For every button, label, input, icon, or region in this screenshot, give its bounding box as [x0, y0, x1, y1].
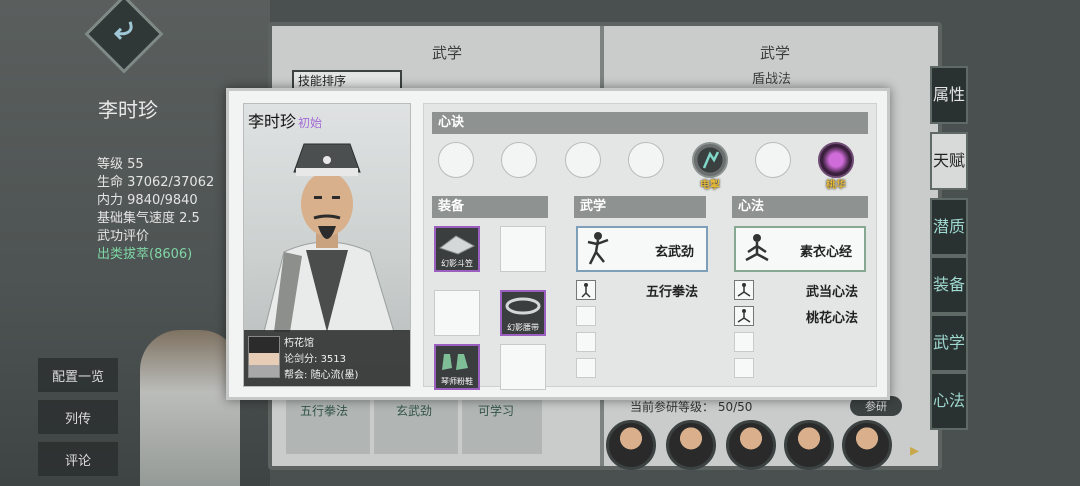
- equipment-header: 装备: [432, 196, 548, 218]
- tab-attributes[interactable]: 属性: [930, 66, 968, 124]
- xinjue-slot[interactable]: [565, 142, 601, 178]
- player-info-panel: 朽花馆 论剑分: 3513 帮会: 随心流(墨): [244, 330, 410, 386]
- martial-main-label: 玄武劲: [654, 245, 694, 260]
- mind-secondary-slot[interactable]: [734, 358, 754, 378]
- stat-rating-value: 出类拔萃(8606): [97, 247, 193, 262]
- stat-hp: 生命 37062/37062: [97, 175, 215, 190]
- character-avatar[interactable]: [666, 420, 716, 470]
- tab-potential[interactable]: 潜质: [930, 198, 968, 256]
- player-avatar: [248, 336, 280, 378]
- tab-equipment[interactable]: 装备: [930, 256, 968, 314]
- xinjue-slot[interactable]: [501, 142, 537, 178]
- equipment-label: 幻影腰带: [507, 323, 539, 332]
- mind-header: 心法: [732, 196, 868, 218]
- character-avatar[interactable]: [784, 420, 834, 470]
- mind-secondary-label: 桃花心法: [806, 311, 859, 326]
- sword-score: 论剑分: 3513: [284, 354, 347, 365]
- mind-secondary-icon[interactable]: [734, 306, 754, 326]
- back-arrow-icon: [113, 21, 133, 40]
- faction: 帮会: 随心流(墨): [284, 370, 359, 381]
- guild-name: 朽花馆: [284, 338, 314, 349]
- book-row-label: 五行拳法: [300, 404, 349, 418]
- meditation-small-icon: [737, 309, 751, 323]
- martial-pose-icon: [587, 232, 609, 265]
- stat-speed: 基础集气速度 2.5: [97, 211, 200, 226]
- lightning-skill-icon[interactable]: [692, 142, 728, 178]
- martial-main-skill[interactable]: 玄武劲: [576, 226, 708, 272]
- xinjue-slot[interactable]: [438, 142, 474, 178]
- martial-secondary-slot[interactable]: [576, 306, 596, 326]
- equipment-label: 琴师粉鞋: [441, 377, 473, 386]
- martial-secondary-icon[interactable]: [576, 280, 596, 300]
- book-left-title: 武学: [432, 44, 463, 62]
- equipment-slot-empty[interactable]: [434, 290, 480, 336]
- fist-figure-icon: [581, 283, 591, 298]
- stat-level: 等级 55: [97, 157, 144, 172]
- equipment-slot-empty[interactable]: [500, 226, 546, 272]
- equipment-slot-hat[interactable]: 幻影斗笠: [434, 226, 480, 272]
- stat-martial-rating: 武功评价: [97, 229, 150, 244]
- meditation-small-icon: [737, 283, 751, 297]
- tab-talent[interactable]: 天赋: [930, 132, 968, 190]
- character-stats: 等级 55 生命 37062/37062 内力 9840/9840 基础集气速度…: [97, 156, 214, 264]
- equipment-slot-empty[interactable]: [500, 344, 546, 390]
- equipment-slot-shoes[interactable]: 琴师粉鞋: [434, 344, 480, 390]
- mind-secondary-label: 武当心法: [806, 285, 859, 300]
- character-avatar[interactable]: [606, 420, 656, 470]
- xinjue-slot[interactable]: [755, 142, 791, 178]
- hat-item-icon: [438, 235, 476, 255]
- mind-main-skill[interactable]: 素衣心经: [734, 226, 866, 272]
- character-avatar[interactable]: [842, 420, 892, 470]
- martial-secondary-label: 五行拳法: [646, 285, 699, 300]
- biography-button[interactable]: 列传: [38, 400, 118, 434]
- belt-item-icon: [505, 297, 541, 315]
- peach-blossom-icon[interactable]: [818, 142, 854, 178]
- character-avatar[interactable]: [726, 420, 776, 470]
- martial-header: 武学: [574, 196, 706, 218]
- book-right-subtitle: 盾战法: [752, 72, 792, 87]
- next-arrow-icon[interactable]: ▸: [910, 440, 919, 461]
- skill-sort-button[interactable]: 技能排序: [292, 70, 402, 90]
- research-level: 当前参研等级： 50/50: [630, 400, 753, 414]
- meditation-icon: [745, 234, 769, 262]
- equipment-label: 幻影斗笠: [441, 259, 473, 268]
- book-right-title: 武学: [760, 44, 791, 62]
- book-row-label: 玄武劲: [396, 404, 433, 418]
- portrait-name: 李时珍 初始: [248, 112, 323, 131]
- loadout-panel: 心诀 电掣 桃华 装备 幻影斗笠 幻影腰带 琴师粉鞋 武学 玄武劲 五行拳法 心…: [423, 103, 877, 390]
- mind-main-label: 素衣心经: [799, 245, 852, 260]
- lightning-figure-icon: [702, 151, 720, 169]
- loadout-modal: 李时珍 初始 朽花馆 论剑分: 3513 帮会: 随心流(墨) 心诀 电掣 桃华…: [226, 88, 890, 400]
- character-figure: [140, 330, 240, 486]
- config-overview-button[interactable]: 配置一览: [38, 358, 118, 392]
- xinjue-slot[interactable]: [628, 142, 664, 178]
- mind-secondary-slot[interactable]: [734, 332, 754, 352]
- martial-secondary-slot[interactable]: [576, 332, 596, 352]
- stat-mp: 内力 9840/9840: [97, 193, 198, 208]
- equipment-slot-belt[interactable]: 幻影腰带: [500, 290, 546, 336]
- xinjue-label-peach: 桃华: [826, 180, 846, 191]
- shoes-item-icon: [442, 354, 468, 370]
- tab-martial[interactable]: 武学: [930, 314, 968, 372]
- tab-mind[interactable]: 心法: [930, 372, 968, 430]
- character-portrait-icon: [263, 143, 395, 332]
- portrait-tag: 初始: [298, 116, 323, 130]
- mind-secondary-icon[interactable]: [734, 280, 754, 300]
- book-row-label: 可学习: [478, 404, 515, 418]
- character-name: 李时珍: [98, 98, 158, 122]
- xinjue-label-lightning: 电掣: [700, 180, 720, 191]
- portrait-card: 李时珍 初始 朽花馆 论剑分: 3513 帮会: 随心流(墨): [243, 103, 411, 387]
- xinjue-header: 心诀: [432, 112, 868, 134]
- martial-secondary-slot[interactable]: [576, 358, 596, 378]
- comments-button[interactable]: 评论: [38, 442, 118, 476]
